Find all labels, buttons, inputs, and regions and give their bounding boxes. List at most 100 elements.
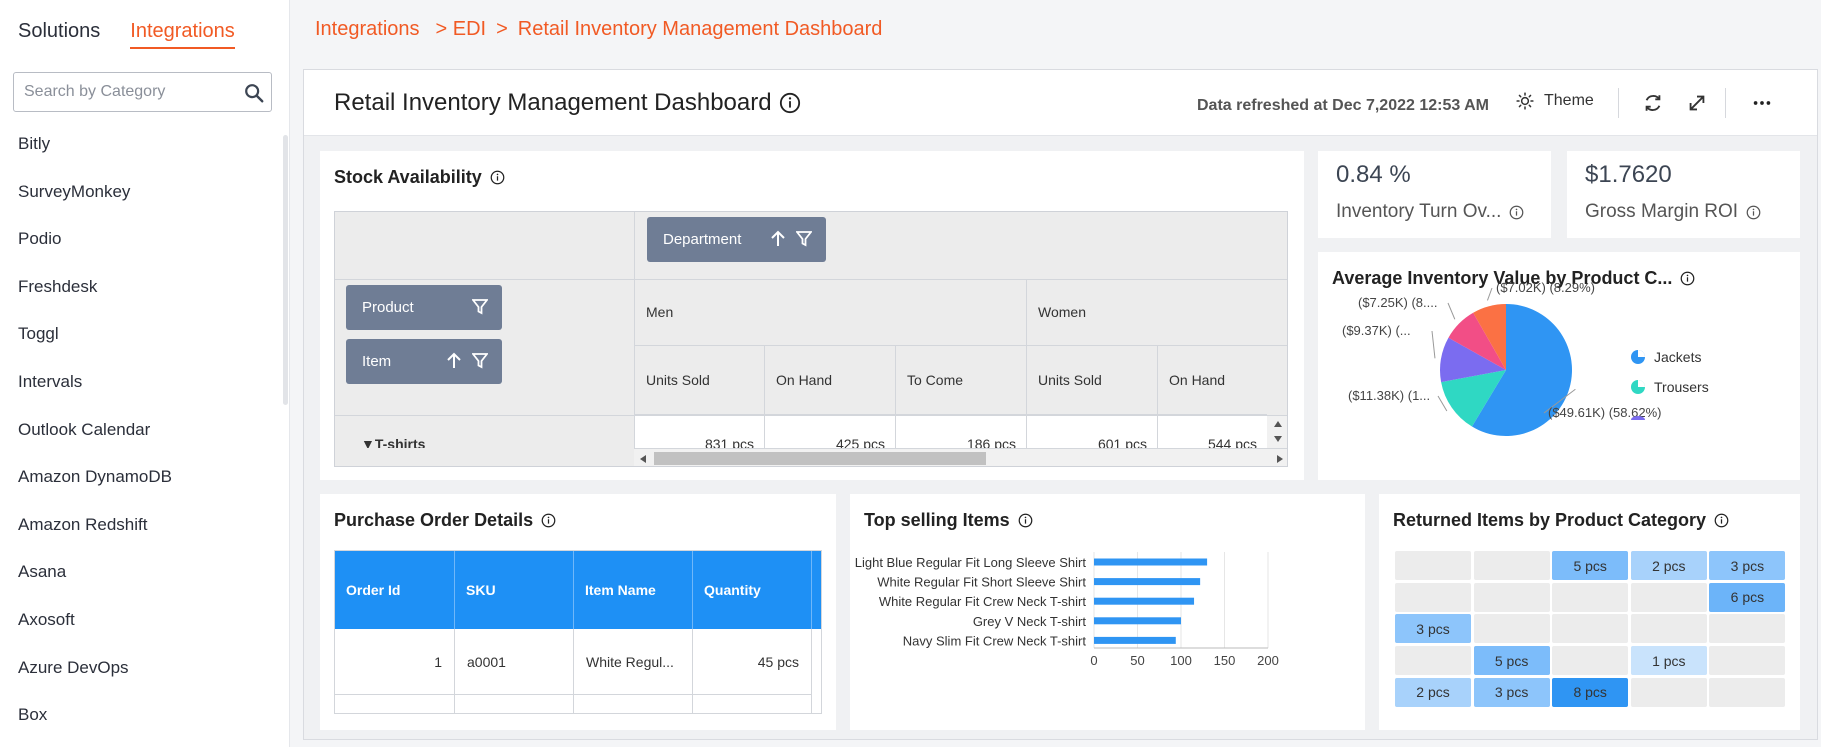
product-chip[interactable]: Product (346, 285, 502, 330)
sidebar-scrollbar[interactable] (283, 135, 288, 405)
heatmap-cell[interactable]: 6 pcs (1709, 582, 1786, 612)
table-cell-quantity: 45 pcs (693, 629, 812, 695)
filter-icon[interactable] (472, 352, 488, 370)
sidebar-item-amazon-dynamodb[interactable]: Amazon DynamoDB (0, 453, 280, 501)
refresh-icon[interactable] (1642, 92, 1664, 114)
tab-integrations[interactable]: Integrations (130, 20, 235, 49)
scroll-up-icon[interactable] (1267, 416, 1288, 430)
average-inventory-card: Average Inventory Value by Product C... … (1318, 252, 1800, 480)
heatmap-cell-empty (1552, 614, 1629, 644)
heatmap-cell[interactable]: 8 pcs (1552, 677, 1629, 707)
info-icon[interactable] (541, 513, 556, 528)
heatmap-cell-empty (1473, 551, 1550, 580)
scroll-right-icon[interactable] (1273, 449, 1287, 467)
sidebar-item-box[interactable]: Box (0, 691, 280, 739)
sort-arrow-up-icon[interactable] (770, 230, 786, 248)
header-divider (1618, 88, 1619, 118)
heatmap-cell[interactable]: 5 pcs (1473, 646, 1550, 676)
sidebar-item-amazon-redshift[interactable]: Amazon Redshift (0, 501, 280, 549)
horizontal-scroll-thumb[interactable] (654, 452, 986, 465)
y-tick-label: White Regular Fit Short Sleeve Shirt (877, 575, 1086, 590)
x-tick-label: 100 (1170, 653, 1192, 668)
bar[interactable] (1094, 597, 1195, 605)
heatmap-cell-empty (1709, 614, 1786, 644)
search-input[interactable] (14, 73, 234, 111)
dashboard-title: Retail Inventory Management Dashboard (334, 89, 772, 116)
heatmap-cell[interactable]: 2 pcs (1395, 677, 1471, 707)
filter-icon[interactable] (796, 230, 812, 248)
theme-button[interactable]: Theme (1516, 92, 1594, 110)
pie-leader-line (1431, 330, 1436, 359)
table-cell-empty (455, 695, 574, 713)
heatmap-cell[interactable]: 5 pcs (1552, 551, 1629, 580)
heatmap-cell[interactable]: 3 pcs (1709, 551, 1786, 580)
column-header-sku[interactable]: SKU (455, 551, 574, 629)
heatmap-cell[interactable]: 2 pcs (1630, 551, 1707, 580)
x-tick-label: 150 (1214, 653, 1236, 668)
theme-label: Theme (1544, 92, 1594, 109)
column-header-to-come: To Come (895, 346, 1026, 415)
sidebar-item-intervals[interactable]: Intervals (0, 358, 280, 406)
bar[interactable] (1094, 617, 1181, 625)
kpi-label-text: Inventory Turn Ov... (1336, 201, 1502, 222)
table-cell: 425 pcs (764, 416, 895, 448)
sidebar-item-azure-devops[interactable]: Azure DevOps (0, 644, 280, 692)
sort-arrow-up-icon[interactable] (446, 352, 462, 370)
info-icon[interactable] (1509, 205, 1524, 220)
bar[interactable] (1094, 636, 1176, 644)
heatmap-cell-empty (1630, 614, 1707, 644)
more-options-icon[interactable] (1751, 92, 1773, 114)
breadcrumb: Integrations > EDI > Retail Inventory Ma… (315, 18, 882, 41)
bar[interactable] (1094, 558, 1208, 566)
sidebar-item-axosoft[interactable]: Axosoft (0, 596, 280, 644)
tab-solutions[interactable]: Solutions (18, 20, 100, 49)
scroll-left-icon[interactable] (636, 449, 650, 467)
info-icon[interactable] (1714, 513, 1729, 528)
top-selling-card: Top selling Items 0 50 100 150 200 Light Blue… (850, 494, 1365, 730)
info-icon[interactable] (490, 170, 505, 185)
purchase-order-table: Order Id SKU Item Name Quantity 1 a0001 … (334, 550, 822, 714)
info-icon[interactable] (779, 92, 801, 114)
sidebar-item-surveymonkey[interactable]: SurveyMonkey (0, 168, 280, 216)
sidebar-item-bitly[interactable]: Bitly (0, 120, 280, 168)
kpi-value: 0.84 % (1336, 161, 1411, 188)
sidebar-item-podio[interactable]: Podio (0, 215, 280, 263)
pie-chart: ($49.61K) (58.62%) ($11.38K) (1... ($9.37K… (1342, 280, 1709, 436)
breadcrumb-integrations[interactable]: Integrations (315, 18, 420, 41)
column-header-item-name[interactable]: Item Name (574, 551, 693, 629)
breadcrumb-edi[interactable]: > EDI (426, 18, 487, 41)
y-tick-label: Light Blue Regular Fit Long Sleeve Shirt (855, 555, 1087, 570)
heatmap-cell-empty (1395, 582, 1471, 612)
filter-icon[interactable] (472, 298, 488, 316)
column-header-units-sold: Units Sold (1026, 346, 1157, 415)
column-header-order-id[interactable]: Order Id (335, 551, 455, 629)
row-label-tshirts[interactable]: ▼T-shirts (361, 436, 425, 448)
search-icon[interactable] (243, 82, 265, 104)
sidebar-item-outlook-calendar[interactable]: Outlook Calendar (0, 406, 280, 454)
vertical-scrollbar[interactable] (1267, 416, 1288, 448)
info-icon[interactable] (1746, 205, 1761, 220)
sidebar-item-toggl[interactable]: Toggl (0, 310, 280, 358)
fullscreen-icon[interactable] (1686, 92, 1708, 114)
heatmap-cell[interactable]: 1 pcs (1630, 646, 1707, 676)
heatmap-cell[interactable]: 3 pcs (1473, 677, 1550, 707)
table-cell: 831 pcs (634, 416, 764, 448)
legend-label[interactable]: Trousers (1654, 379, 1709, 395)
scroll-down-icon[interactable] (1267, 432, 1288, 446)
horizontal-scrollbar[interactable] (634, 448, 1287, 467)
pie-leader-line (1486, 287, 1493, 301)
item-chip[interactable]: Item (346, 339, 502, 384)
legend-marker-notch (1638, 380, 1645, 387)
pie-data-label: ($49.61K) (58.62%) (1548, 405, 1661, 420)
expand-toggle-icon[interactable]: ▼ (361, 436, 375, 448)
heatmap-cell-empty (1709, 646, 1786, 676)
heatmap-cell[interactable]: 3 pcs (1395, 614, 1471, 644)
legend-label[interactable]: Jackets (1654, 349, 1701, 365)
department-chip[interactable]: Department (647, 217, 826, 262)
bar[interactable] (1094, 578, 1201, 586)
sidebar-item-freshdesk[interactable]: Freshdesk (0, 263, 280, 311)
product-chip-label: Product (362, 299, 414, 316)
column-header-quantity[interactable]: Quantity (693, 551, 812, 629)
pie-data-label: ($7.02K) (8.29%) (1496, 280, 1595, 295)
sidebar-item-asana[interactable]: Asana (0, 548, 280, 596)
